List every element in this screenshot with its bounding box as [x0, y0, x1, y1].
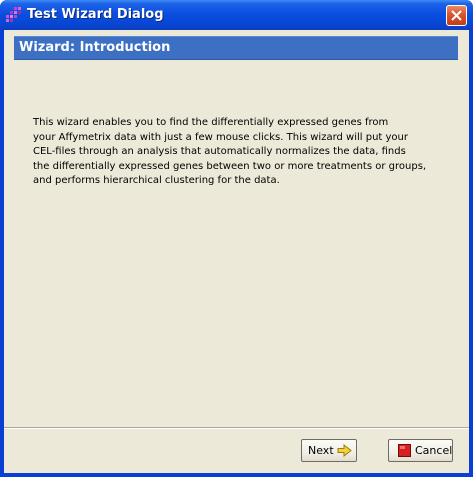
close-icon [451, 10, 462, 21]
wizard-step-title: Wizard: Introduction [19, 40, 171, 55]
next-button-label: Next [308, 444, 334, 457]
window-title: Test Wizard Dialog [27, 7, 164, 22]
wizard-grid-icon [5, 6, 22, 23]
title-bar[interactable]: Test Wizard Dialog [0, 0, 473, 30]
intro-line: the differentially expressed genes betwe… [33, 160, 427, 172]
dialog-content: Wizard: Introduction This wizard enables… [4, 30, 469, 473]
next-button[interactable]: Next [301, 439, 357, 462]
dialog-window: Test Wizard Dialog Wizard: Introduction … [0, 0, 473, 477]
arrow-right-icon [337, 443, 352, 460]
intro-text: This wizard enables you to find the diff… [33, 116, 453, 189]
close-button[interactable] [446, 5, 467, 26]
window-frame-bottom [0, 473, 473, 477]
intro-line: your Affymetrix data with just a few mou… [33, 131, 408, 143]
button-divider [4, 427, 469, 429]
wizard-step-header: Wizard: Introduction [14, 36, 458, 60]
cancel-button-label: Cancel [415, 444, 453, 457]
intro-line: CEL-files through an analysis that autom… [33, 146, 406, 157]
intro-line: This wizard enables you to find the diff… [33, 117, 389, 128]
window-frame-right [469, 30, 473, 477]
stop-icon [398, 444, 411, 460]
intro-line: and performs hierarchical clustering for… [33, 175, 280, 186]
cancel-button[interactable]: Cancel [388, 439, 453, 462]
